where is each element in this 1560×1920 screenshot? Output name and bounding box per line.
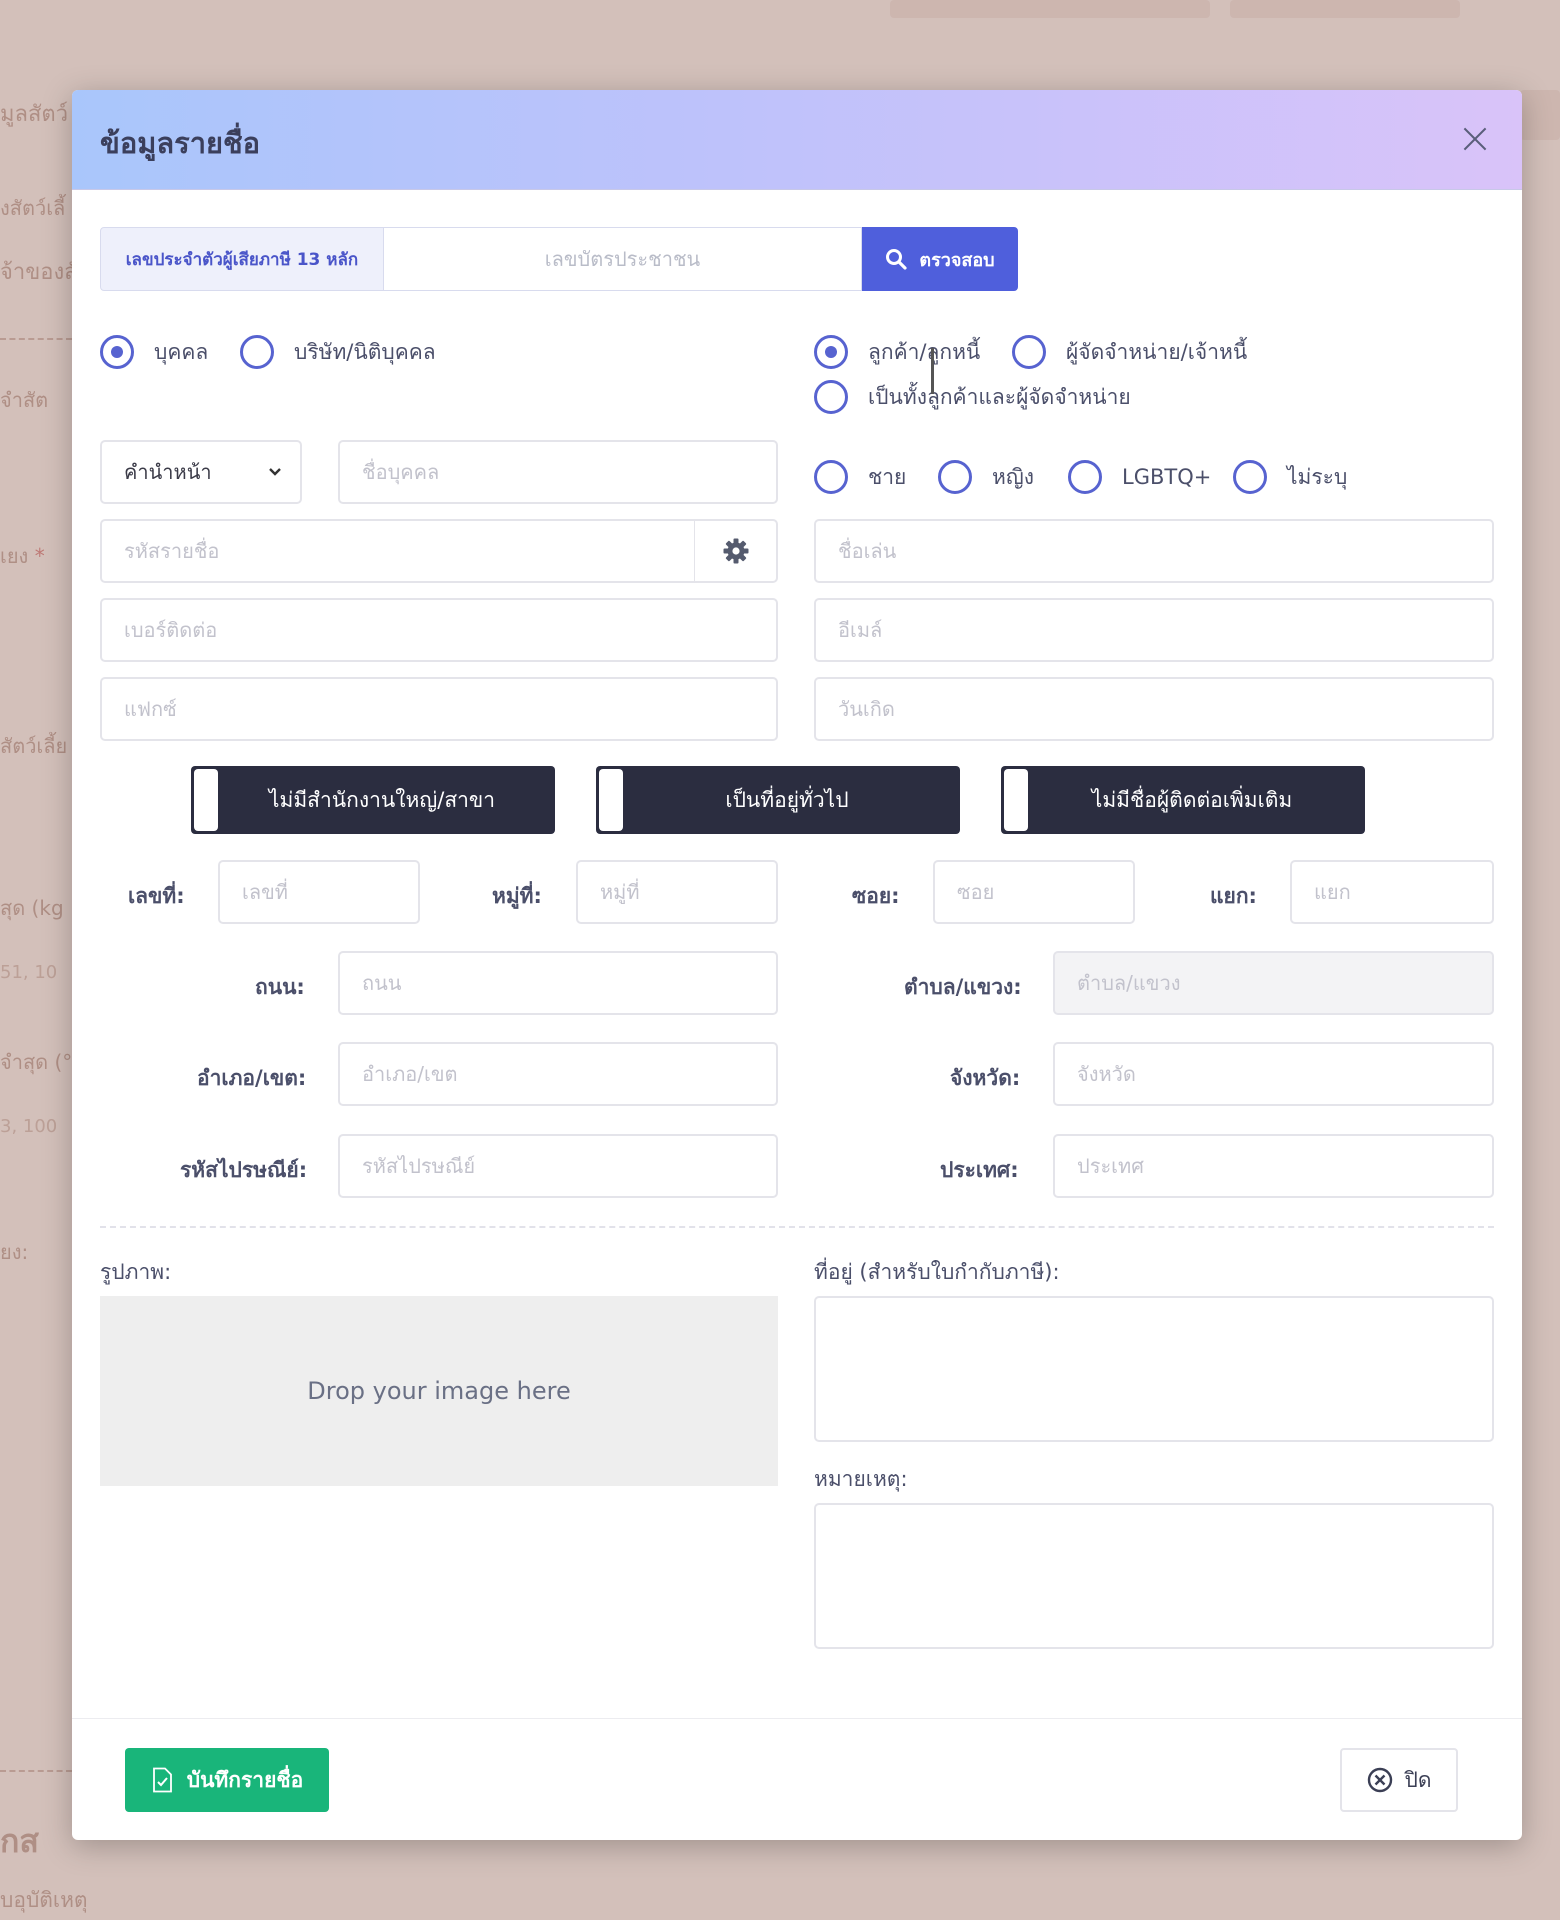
close-circle-icon	[1367, 1767, 1392, 1793]
generate-code-button[interactable]	[694, 519, 778, 583]
nickname-input[interactable]: ชื่อเล่น	[814, 519, 1494, 583]
toggle-knob	[599, 769, 623, 831]
section-divider	[100, 1226, 1494, 1228]
contact-code-input[interactable]: รหัสรายชื่อ	[100, 519, 696, 583]
check-button[interactable]: ตรวจสอบ	[862, 227, 1018, 291]
document-check-icon	[152, 1767, 172, 1793]
search-icon	[886, 249, 907, 270]
radio-circle	[240, 335, 274, 369]
person-name-input[interactable]: ชื่อบุคคล	[338, 440, 778, 504]
radio-circle	[938, 460, 972, 494]
radio-lgbtq-label: LGBTQ+	[1122, 465, 1212, 489]
radio-person-label: บุคคล	[154, 339, 209, 364]
house-no-label: เลขที่:	[128, 884, 185, 908]
radio-both[interactable]: เป็นทั้งลูกค้าและผู้จัดจำหน่าย	[814, 380, 1131, 414]
radio-circle	[1068, 460, 1102, 494]
radio-male[interactable]: ชาย	[814, 460, 906, 494]
radio-female[interactable]: หญิง	[938, 460, 1034, 494]
address-type-toggle-label: เป็นที่อยู่ทั่วไป	[725, 787, 849, 812]
address-type-toggle[interactable]: เป็นที่อยู่ทั่วไป	[596, 766, 960, 834]
radio-supplier[interactable]: ผู้จัดจำหน่าย/เจ้าหนี้	[1012, 335, 1247, 369]
radio-circle-checked	[100, 335, 134, 369]
extra-contact-toggle-label: ไม่มีชื่อผู้ติดต่อเพิ่มเติม	[1091, 787, 1293, 812]
prefix-select[interactable]: คำนำหน้า	[100, 440, 302, 504]
postcode-input[interactable]: รหัสไปรษณีย์	[338, 1134, 778, 1198]
chevron-down-icon	[269, 468, 281, 476]
radio-circle-checked	[814, 335, 848, 369]
phone-input[interactable]: เบอร์ติดต่อ	[100, 598, 778, 662]
save-contact-button[interactable]: บันทึกรายชื่อ	[125, 1748, 329, 1812]
radio-male-label: ชาย	[868, 464, 907, 489]
radio-customer-label: ลูกค้า/ลูกหนี้	[868, 339, 981, 364]
radio-company-label: บริษัท/นิติบุคคล	[294, 339, 436, 364]
check-button-label: ตรวจสอบ	[919, 249, 995, 271]
radio-female-label: หญิง	[992, 464, 1034, 489]
district-input[interactable]: อำเภอ/เขต	[338, 1042, 778, 1106]
close-icon[interactable]	[1462, 126, 1488, 152]
country-label: ประเทศ:	[940, 1158, 1019, 1182]
province-input[interactable]: จังหวัด	[1053, 1042, 1494, 1106]
country-input[interactable]: ประเทศ	[1053, 1134, 1494, 1198]
birthday-input[interactable]: วันเกิด	[814, 677, 1494, 741]
house-no-input[interactable]: เลขที่	[218, 860, 420, 924]
tax-id-label: เลขประจำตัวผู้เสียภาษี 13 หลัก	[100, 227, 384, 291]
contact-modal: ข้อมูลรายชื่อ เลขประจำตัวผู้เสียภาษี 13 …	[72, 90, 1522, 1840]
radio-unspecified-label: ไม่ระบุ	[1287, 464, 1348, 489]
save-contact-label: บันทึกรายชื่อ	[186, 1767, 304, 1792]
radio-circle	[1233, 460, 1267, 494]
district-label: อำเภอ/เขต:	[197, 1066, 307, 1090]
modal-header: ข้อมูลรายชื่อ	[72, 90, 1522, 190]
radio-circle	[814, 460, 848, 494]
subdistrict-input[interactable]: ตำบล/แขวง	[1053, 951, 1494, 1015]
moo-label: หมู่ที่:	[492, 884, 542, 908]
extra-contact-toggle[interactable]: ไม่มีชื่อผู้ติดต่อเพิ่มเติม	[1001, 766, 1365, 834]
image-dropzone[interactable]: Drop your image here	[100, 1296, 778, 1486]
tax-address-label: ที่อยู่ (สำหรับใบกำกับภาษี):	[814, 1260, 1060, 1284]
radio-person[interactable]: บุคคล	[100, 335, 208, 369]
branch-toggle[interactable]: ไม่มีสำนักงานใหญ่/สาขา	[191, 766, 555, 834]
province-label: จังหวัด:	[950, 1066, 1021, 1090]
tax-address-textarea[interactable]	[814, 1296, 1494, 1442]
postcode-label: รหัสไปรษณีย์:	[180, 1158, 308, 1182]
modal-title: ข้อมูลรายชื่อ	[100, 126, 261, 160]
moo-input[interactable]: หมู่ที่	[576, 860, 778, 924]
road-label: ถนน:	[255, 975, 305, 999]
email-input[interactable]: อีเมล์	[814, 598, 1494, 662]
dropzone-text: Drop your image here	[307, 1377, 571, 1405]
footer-divider	[72, 1718, 1522, 1719]
radio-circle	[1012, 335, 1046, 369]
tax-id-group: เลขประจำตัวผู้เสียภาษี 13 หลัก เลขบัตรปร…	[100, 227, 1018, 291]
branch-toggle-label: ไม่มีสำนักงานใหญ่/สาขา	[268, 787, 496, 812]
subdistrict-label: ตำบล/แขวง:	[904, 975, 1022, 999]
mouse-cursor-icon	[931, 348, 934, 394]
note-label: หมายเหตุ:	[814, 1467, 908, 1491]
radio-both-label: เป็นทั้งลูกค้าและผู้จัดจำหน่าย	[868, 384, 1131, 409]
note-textarea[interactable]	[814, 1503, 1494, 1649]
radio-circle	[814, 380, 848, 414]
yaek-input[interactable]: แยก	[1290, 860, 1494, 924]
close-button[interactable]: ปิด	[1340, 1748, 1458, 1812]
soi-input[interactable]: ซอย	[933, 860, 1135, 924]
road-input[interactable]: ถนน	[338, 951, 778, 1015]
fax-input[interactable]: แฟกซ์	[100, 677, 778, 741]
soi-label: ซอย:	[852, 884, 900, 908]
image-label: รูปภาพ:	[100, 1260, 172, 1284]
close-button-label: ปิด	[1404, 1767, 1432, 1792]
radio-company[interactable]: บริษัท/นิติบุคคล	[240, 335, 436, 369]
yaek-label: แยก:	[1210, 884, 1257, 908]
radio-supplier-label: ผู้จัดจำหน่าย/เจ้าหนี้	[1066, 339, 1248, 364]
radio-customer[interactable]: ลูกค้า/ลูกหนี้	[814, 335, 980, 369]
gear-icon	[723, 538, 748, 564]
tax-id-input[interactable]: เลขบัตรประชาชน	[384, 227, 862, 291]
toggle-knob	[1004, 769, 1028, 831]
radio-lgbtq[interactable]: LGBTQ+	[1068, 460, 1211, 494]
radio-unspecified[interactable]: ไม่ระบุ	[1233, 460, 1347, 494]
prefix-select-value: คำนำหน้า	[124, 460, 212, 484]
toggle-knob	[194, 769, 218, 831]
